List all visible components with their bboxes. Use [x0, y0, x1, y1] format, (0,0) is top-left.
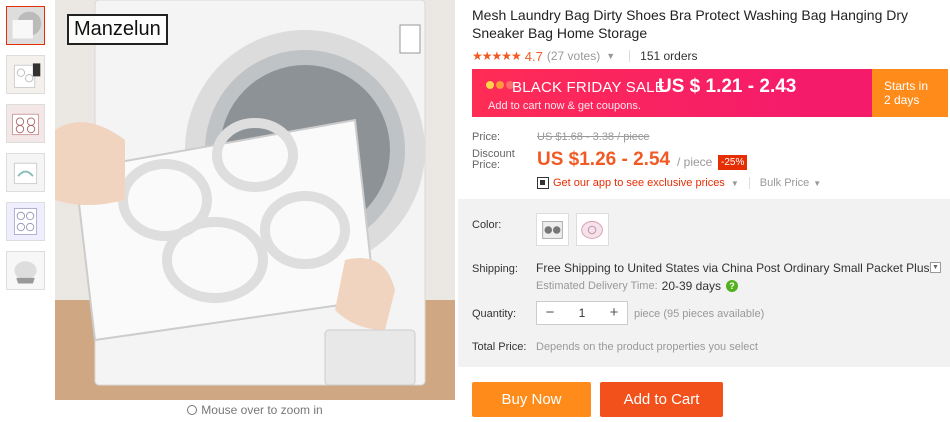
- thumbnail-1[interactable]: [6, 6, 45, 45]
- sale-starts-label: Starts in: [884, 79, 929, 93]
- total-price-label: Total Price:: [472, 341, 527, 353]
- thumbnail-6[interactable]: [6, 251, 45, 290]
- add-to-cart-button[interactable]: Add to Cart: [600, 382, 723, 417]
- main-product-image[interactable]: Manzelun: [55, 0, 455, 400]
- brand-logo: Manzelun: [67, 14, 168, 45]
- sale-subtitle: Add to cart now & get coupons.: [488, 100, 641, 112]
- delivery-days: 20-39 days: [661, 279, 722, 293]
- buy-now-button[interactable]: Buy Now: [472, 382, 591, 417]
- rating-row: ★★★★★ 4.7 (27 votes) ▼ 151 orders: [472, 48, 948, 64]
- zoom-hint-text: Mouse over to zoom in: [201, 403, 323, 417]
- quantity-increase-button[interactable]: +: [601, 302, 627, 324]
- magnifier-icon: [187, 405, 198, 415]
- color-label: Color:: [472, 219, 502, 231]
- rating-votes[interactable]: (27 votes): [547, 49, 600, 63]
- product-info: Mesh Laundry Bag Dirty Shoes Bra Protect…: [472, 6, 948, 64]
- sale-starts-days: 2 days: [884, 93, 920, 107]
- question-icon[interactable]: ?: [726, 280, 739, 292]
- thumbnail-list: [6, 6, 46, 300]
- quantity-availability: piece (95 pieces available): [634, 308, 765, 320]
- delivery-label: Estimated Delivery Time:: [536, 280, 658, 292]
- delivery-time: Estimated Delivery Time: 20-39 days ?: [536, 279, 739, 293]
- quantity-label: Quantity:: [472, 308, 517, 320]
- quantity-decrease-button[interactable]: −: [537, 302, 563, 324]
- total-price-note: Depends on the product properties you se…: [536, 341, 758, 353]
- shipping-text: Free Shipping to United States via China…: [536, 261, 930, 275]
- shipping-label: Shipping:: [472, 263, 518, 275]
- rating-stars: ★★★★★: [472, 49, 522, 63]
- sale-title: BLACK FRIDAY SALE: [512, 79, 665, 96]
- orders-count: 151 orders: [640, 49, 698, 63]
- price-label: Price:: [472, 131, 501, 143]
- divider: [629, 50, 631, 62]
- chevron-down-icon[interactable]: ▼: [606, 51, 615, 61]
- app-price-link[interactable]: Get our app to see exclusive prices: [553, 177, 725, 189]
- discount-price-label: Discount Price:: [472, 148, 515, 171]
- thumbnail-3[interactable]: [6, 104, 45, 143]
- qr-code-icon: [537, 177, 549, 189]
- zoom-hint: Mouse over to zoom in: [55, 403, 455, 417]
- rating-value[interactable]: 4.7: [525, 49, 543, 64]
- original-price: US $1.68 - 3.38 / piece: [537, 131, 650, 143]
- discount-price: US $1.26 - 2.54: [537, 149, 671, 170]
- bulk-price-link[interactable]: Bulk Price: [760, 177, 810, 189]
- price-unit: / piece: [677, 155, 713, 169]
- sale-banner: BLACK FRIDAY SALE US $ 1.21 - 2.43 Add t…: [472, 69, 948, 117]
- app-price-row: Get our app to see exclusive prices ▼ Bu…: [537, 177, 821, 189]
- color-swatch-1[interactable]: [536, 213, 569, 246]
- discount-badge: -25%: [718, 155, 748, 170]
- chevron-down-icon[interactable]: ▼: [731, 179, 739, 188]
- sale-price: US $ 1.21 - 2.43: [658, 76, 797, 97]
- thumbnail-4[interactable]: [6, 153, 45, 192]
- product-title: Mesh Laundry Bag Dirty Shoes Bra Protect…: [472, 7, 909, 41]
- thumbnail-5[interactable]: [6, 202, 45, 241]
- color-swatch-2[interactable]: [576, 213, 609, 246]
- divider: [748, 177, 750, 189]
- options-panel: Color: Shipping: Free Shipping to United…: [458, 199, 950, 367]
- thumbnail-2[interactable]: [6, 55, 45, 94]
- quantity-stepper: − 1 +: [536, 301, 628, 325]
- shipping-dropdown-icon[interactable]: ▼: [930, 262, 941, 273]
- chevron-down-icon[interactable]: ▼: [813, 179, 821, 188]
- quantity-input[interactable]: 1: [563, 302, 601, 324]
- sale-countdown: Starts in 2 days: [872, 69, 948, 117]
